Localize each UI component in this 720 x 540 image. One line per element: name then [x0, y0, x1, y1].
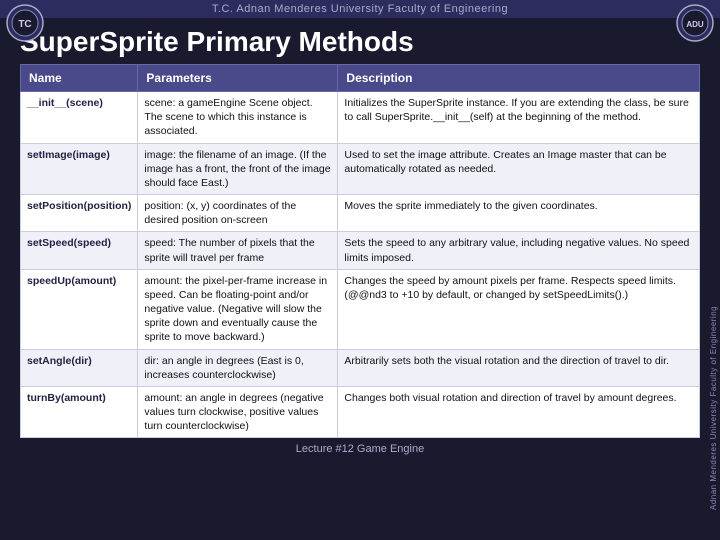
- table-container: Name Parameters Description __init__(sce…: [20, 64, 700, 438]
- table-row: __init__(scene)scene: a gameEngine Scene…: [21, 92, 700, 144]
- cell-method-name: speedUp(amount): [21, 269, 138, 349]
- header-bar: T.C. Adnan Menderes University Faculty o…: [0, 0, 720, 18]
- table-row: speedUp(amount)amount: the pixel-per-fra…: [21, 269, 700, 349]
- cell-parameters: speed: The number of pixels that the spr…: [138, 232, 338, 269]
- university-name: T.C. Adnan Menderes University Faculty o…: [212, 3, 508, 15]
- page-title: SuperSprite Primary Methods: [0, 18, 720, 64]
- table-row: turnBy(amount)amount: an angle in degree…: [21, 386, 700, 438]
- col-parameters: Parameters: [138, 65, 338, 92]
- cell-method-name: setImage(image): [21, 143, 138, 195]
- cell-parameters: amount: the pixel-per-frame increase in …: [138, 269, 338, 349]
- svg-text:TC: TC: [18, 19, 31, 30]
- cell-description: Arbitrarily sets both the visual rotatio…: [338, 349, 700, 386]
- cell-description: Changes both visual rotation and directi…: [338, 386, 700, 438]
- cell-description: Sets the speed to any arbitrary value, i…: [338, 232, 700, 269]
- cell-method-name: setAngle(dir): [21, 349, 138, 386]
- svg-text:ADU: ADU: [686, 20, 704, 29]
- cell-method-name: turnBy(amount): [21, 386, 138, 438]
- table-header-row: Name Parameters Description: [21, 65, 700, 92]
- cell-parameters: scene: a gameEngine Scene object. The sc…: [138, 92, 338, 144]
- cell-description: Changes the speed by amount pixels per f…: [338, 269, 700, 349]
- methods-table: Name Parameters Description __init__(sce…: [20, 64, 700, 438]
- logo-left: TC: [6, 4, 44, 42]
- cell-parameters: dir: an angle in degrees (East is 0, inc…: [138, 349, 338, 386]
- cell-method-name: setSpeed(speed): [21, 232, 138, 269]
- cell-parameters: amount: an angle in degrees (negative va…: [138, 386, 338, 438]
- col-name: Name: [21, 65, 138, 92]
- footer: Lecture #12 Game Engine: [0, 438, 720, 457]
- cell-method-name: __init__(scene): [21, 92, 138, 144]
- cell-parameters: image: the filename of an image. (If the…: [138, 143, 338, 195]
- table-row: setImage(image)image: the filename of an…: [21, 143, 700, 195]
- side-text: Adnan Menderes University Faculty of Eng…: [709, 50, 718, 510]
- cell-description: Used to set the image attribute. Creates…: [338, 143, 700, 195]
- table-row: setSpeed(speed)speed: The number of pixe…: [21, 232, 700, 269]
- table-row: setAngle(dir)dir: an angle in degrees (E…: [21, 349, 700, 386]
- cell-description: Moves the sprite immediately to the give…: [338, 195, 700, 232]
- cell-parameters: position: (x, y) coordinates of the desi…: [138, 195, 338, 232]
- cell-method-name: setPosition(position): [21, 195, 138, 232]
- col-description: Description: [338, 65, 700, 92]
- logo-right: ADU: [676, 4, 714, 42]
- cell-description: Initializes the SuperSprite instance. If…: [338, 92, 700, 144]
- table-row: setPosition(position)position: (x, y) co…: [21, 195, 700, 232]
